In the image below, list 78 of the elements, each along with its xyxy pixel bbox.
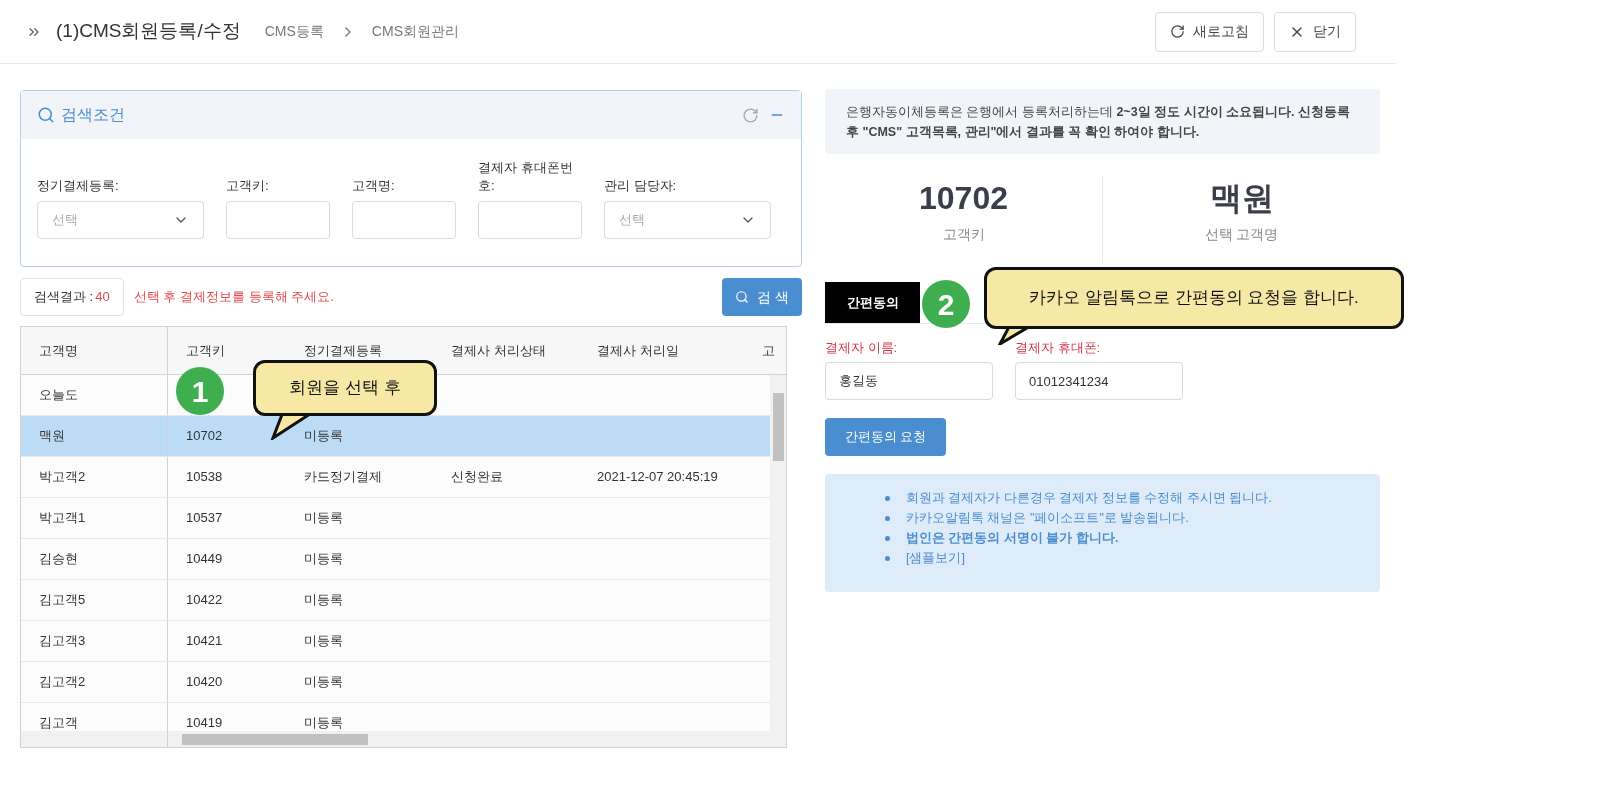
- table-row[interactable]: 김고객2 10420 미등록: [21, 662, 770, 703]
- table-cell-text: 10537: [186, 509, 223, 528]
- result-count-label: 검색결과 :: [34, 288, 94, 307]
- table-cell-text: 10420: [186, 673, 223, 692]
- table-cell-text: 맥원: [39, 427, 65, 446]
- tab[interactable]: 간편동의: [825, 282, 920, 323]
- table-row[interactable]: 김고객3 10421 미등록: [21, 621, 770, 662]
- search-icon: [37, 106, 55, 124]
- breadcrumb-item[interactable]: CMS등록: [264, 21, 324, 42]
- field-label: 고객명:: [352, 177, 395, 195]
- info-note: 카카오알림톡 채널은 "페이소프트"로 발송됩니다.: [906, 509, 1189, 527]
- table-cell-text: 김고객3: [39, 632, 86, 651]
- result-count-value: 40: [95, 288, 110, 307]
- reset-icon[interactable]: [742, 106, 759, 124]
- table-cell-text: 10702: [186, 427, 223, 446]
- page-title: (1)CMS회원등록/수정: [56, 19, 241, 44]
- input-field[interactable]: [352, 201, 456, 239]
- table-cell-text: 오늘도: [39, 386, 78, 405]
- instruction-message: 선택 후 결제정보를 등록해 주세요.: [133, 288, 334, 307]
- stat-value: 맥원: [1209, 179, 1274, 218]
- table-row[interactable]: 김고객5 10422 미등록: [21, 580, 770, 621]
- field-label: 고객키:: [226, 177, 269, 195]
- input-field[interactable]: [478, 201, 582, 239]
- table-cell-text: 10422: [186, 591, 223, 610]
- table-cell-text: 10421: [186, 632, 223, 651]
- stat-label: 고객키: [942, 225, 985, 244]
- notice-text: 은행자동이체등록은 은행에서 등록처리하는데 2~3일 정도 시간이 소요됩니다. 신청등록 후 "CMS" 고객목록, 관리"에서 결과를 꼭 확인 하여야 합니다.: [846, 103, 1351, 141]
- field-label: 결제자 휴대폰번호:: [478, 159, 574, 195]
- info-note: 회원과 결제자가 다른경우 결제자 정보를 수정해 주시면 됩니다.: [906, 489, 1272, 507]
- table-row[interactable]: 박고객1 10537 미등록: [21, 498, 770, 539]
- field-label: 관리 담당자:: [604, 177, 677, 195]
- close-button[interactable]: 닫기: [1274, 11, 1356, 52]
- table-cell-text: 카드정기결제: [304, 468, 382, 487]
- table-cell-text: 10538: [186, 468, 223, 487]
- search-icon: [735, 290, 750, 304]
- input-field[interactable]: [226, 201, 330, 239]
- table-row[interactable]: 김승현 10449 미등록: [21, 539, 770, 580]
- table-cell-text: 김고객: [39, 714, 78, 731]
- table-cell-text: 김고객5: [39, 591, 86, 610]
- step-badge: 2: [922, 280, 970, 328]
- refresh-icon: [1170, 24, 1185, 39]
- column-header[interactable]: 고객명: [21, 327, 168, 374]
- table-cell-text: 김승현: [39, 550, 78, 569]
- column-header[interactable]: 고: [756, 327, 786, 374]
- table-cell-text: 신청완료: [451, 468, 503, 487]
- table-cell-text: 미등록: [304, 673, 343, 692]
- refresh-button[interactable]: 새로고침: [1155, 11, 1264, 52]
- bullet-icon: [885, 535, 890, 541]
- bullet-icon: [885, 555, 890, 561]
- stat-label: 선택 고객명: [1204, 225, 1279, 244]
- table-cell-text: 박고객1: [39, 509, 86, 528]
- table-cell-text: 미등록: [304, 591, 343, 610]
- table-cell-text: 미등록: [304, 632, 343, 651]
- search-panel-title: 검색조건: [61, 105, 125, 125]
- input-field[interactable]: 01012341234: [1015, 362, 1183, 400]
- table-cell-text: 미등록: [304, 550, 343, 569]
- vertical-scrollbar[interactable]: [770, 375, 786, 731]
- column-header[interactable]: 결제사 처리일: [579, 327, 756, 374]
- info-note: 법인은 간편동의 서명이 불가 합니다.: [906, 529, 1119, 547]
- table-cell-text: 김고객2: [39, 673, 86, 692]
- input-field[interactable]: 홍길동: [825, 362, 993, 400]
- breadcrumb-item[interactable]: CMS회원관리: [371, 21, 459, 42]
- table-row[interactable]: 박고객2 10538 카드정기결제 신청완료 2021-12-07 20:45:19: [21, 457, 770, 498]
- table-cell-text: 박고객2: [39, 468, 86, 487]
- field-label: 정기결제등록:: [37, 177, 119, 195]
- table-cell-text: 10449: [186, 550, 223, 569]
- horizontal-scrollbar[interactable]: [21, 731, 786, 747]
- bullet-icon: [885, 495, 890, 501]
- stat-value: 10702: [919, 179, 1008, 218]
- table-row[interactable]: 맥원 10702 미등록: [21, 416, 770, 457]
- bullet-icon: [885, 515, 890, 521]
- table-cell-text: 미등록: [304, 427, 343, 446]
- table-cell-text: 10419: [186, 714, 223, 731]
- column-header[interactable]: 결제사 처리상태: [433, 327, 579, 374]
- field-label: 결제자 이름:: [825, 339, 899, 357]
- table-cell-text: 2021-12-07 20:45:19: [597, 468, 718, 487]
- table-cell-text: 미등록: [304, 509, 343, 528]
- table-cell-text: 미등록: [304, 714, 343, 731]
